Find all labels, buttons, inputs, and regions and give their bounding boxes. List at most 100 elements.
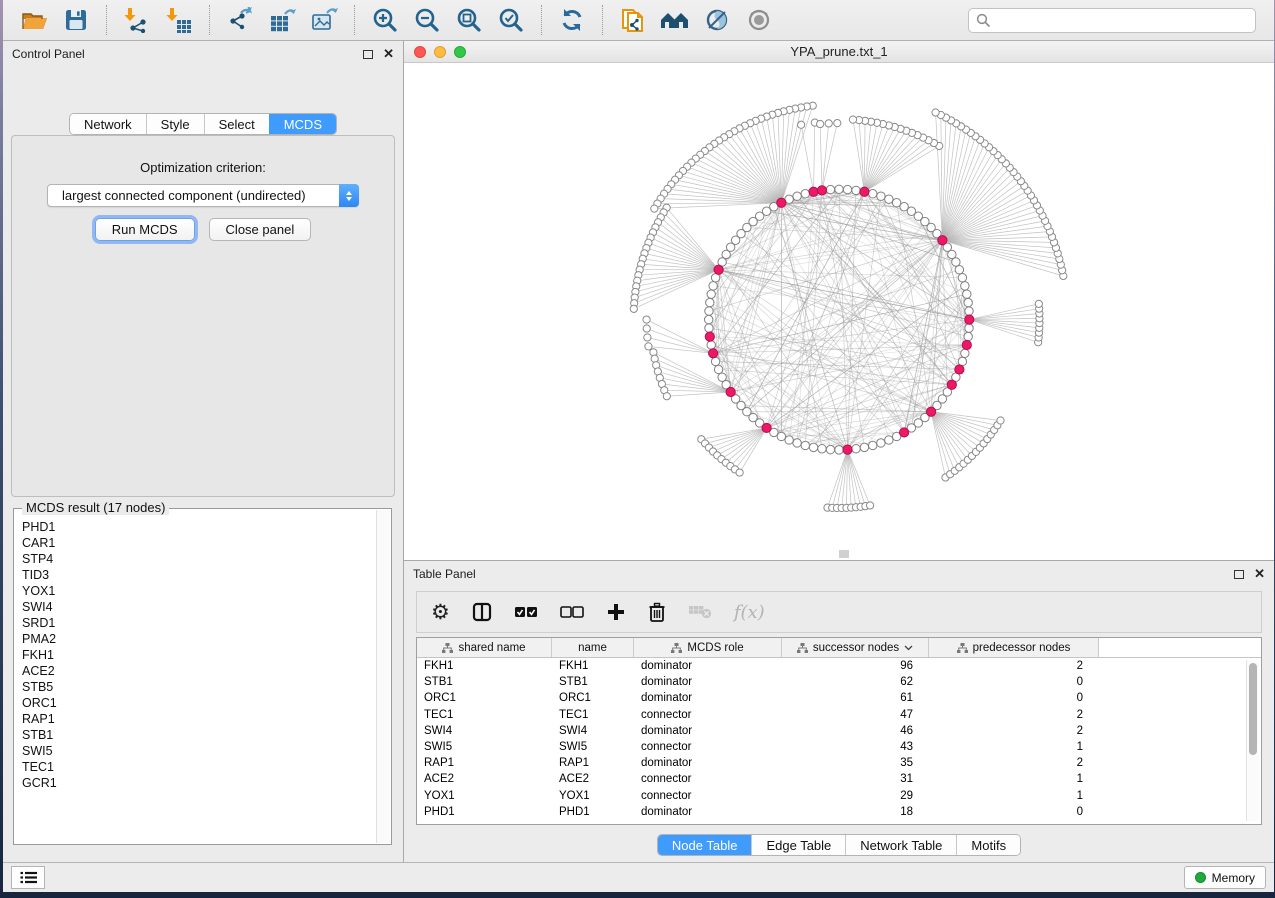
column-header-name[interactable]: name <box>552 638 634 657</box>
table-row[interactable]: PHD1PHD1dominator180 <box>417 804 1261 820</box>
search-input[interactable] <box>991 13 1248 27</box>
result-item[interactable]: SRD1 <box>22 615 375 631</box>
network-node[interactable] <box>892 199 900 207</box>
table-scrollbar-thumb[interactable] <box>1249 663 1257 755</box>
network-node[interactable] <box>961 349 969 357</box>
network-node[interactable] <box>835 185 843 193</box>
import-network-icon[interactable] <box>121 4 153 36</box>
satellite-node[interactable] <box>932 109 939 116</box>
table-row[interactable]: TEC1TEC1connector472 <box>417 707 1261 723</box>
network-node[interactable] <box>869 441 877 449</box>
show-hide-icon[interactable] <box>743 4 775 36</box>
satellite-node[interactable] <box>849 116 856 123</box>
network-node[interactable] <box>704 315 712 323</box>
network-node[interactable] <box>877 439 885 447</box>
result-item[interactable]: STB5 <box>22 679 375 695</box>
mcds-hub-node[interactable] <box>927 407 936 416</box>
satellite-node[interactable] <box>817 120 824 127</box>
result-item[interactable]: CAR1 <box>22 535 375 551</box>
export-image-icon[interactable] <box>308 4 340 36</box>
satellite-node[interactable] <box>644 334 651 341</box>
mcds-hub-node[interactable] <box>726 387 735 396</box>
network-node[interactable] <box>843 185 851 193</box>
network-node[interactable] <box>964 298 972 306</box>
network-node[interactable] <box>860 443 868 451</box>
table-row[interactable]: FKH1FKH1dominator962 <box>417 658 1261 674</box>
network-node[interactable] <box>885 195 893 203</box>
optimization-criterion-select[interactable]: largest connected component (undirected) <box>47 184 359 207</box>
result-item[interactable]: TEC1 <box>22 759 375 775</box>
mcds-hub-node[interactable] <box>705 332 714 341</box>
search-box[interactable] <box>968 8 1256 33</box>
result-item[interactable]: PHD1 <box>22 519 375 535</box>
close-panel-icon[interactable]: ✕ <box>1254 569 1265 579</box>
refresh-layout-icon[interactable] <box>556 4 588 36</box>
network-canvas[interactable] <box>404 63 1274 560</box>
run-mcds-button[interactable]: Run MCDS <box>95 218 195 241</box>
table-row[interactable]: STB1STB1dominator620 <box>417 674 1261 690</box>
mcds-hub-node[interactable] <box>860 187 869 196</box>
clone-network-icon[interactable] <box>617 4 649 36</box>
tab-select[interactable]: Select <box>204 114 269 134</box>
network-node[interactable] <box>826 445 834 453</box>
table-row[interactable]: SWI4SWI4dominator462 <box>417 723 1261 739</box>
network-node[interactable] <box>801 441 809 449</box>
network-node[interactable] <box>835 446 843 454</box>
result-item[interactable]: ORC1 <box>22 695 375 711</box>
mcds-hub-node[interactable] <box>709 349 718 358</box>
delete-columns-icon[interactable] <box>648 602 666 623</box>
mcds-hub-node[interactable] <box>962 340 971 349</box>
network-node[interactable] <box>869 190 877 198</box>
network-node[interactable] <box>852 445 860 453</box>
table-row[interactable]: ACE2ACE2connector311 <box>417 771 1261 787</box>
toggle-graphics-details-icon[interactable] <box>701 4 733 36</box>
network-node[interactable] <box>793 192 801 200</box>
satellite-node[interactable] <box>650 349 657 356</box>
clear-selection-icon[interactable] <box>560 605 584 619</box>
import-table-icon[interactable] <box>163 4 195 36</box>
network-node[interactable] <box>793 439 801 447</box>
first-neighbors-icon[interactable] <box>659 4 691 36</box>
mcds-hub-node[interactable] <box>777 198 786 207</box>
network-node[interactable] <box>818 445 826 453</box>
network-node[interactable] <box>965 324 973 332</box>
result-item[interactable]: SWI4 <box>22 599 375 615</box>
add-column-icon[interactable] <box>606 602 626 622</box>
table-row[interactable]: YOX1YOX1connector291 <box>417 788 1261 804</box>
tab-style[interactable]: Style <box>146 114 204 134</box>
save-session-icon[interactable] <box>60 4 92 36</box>
column-header-successor-nodes[interactable]: successor nodes <box>782 638 929 657</box>
satellite-node[interactable] <box>997 417 1004 424</box>
satellite-node[interactable] <box>825 120 832 127</box>
satellite-node[interactable] <box>736 469 743 476</box>
mcds-hub-node[interactable] <box>955 365 964 374</box>
network-window-titlebar[interactable]: YPA_prune.txt_1 <box>404 41 1274 63</box>
satellite-node[interactable] <box>643 325 650 332</box>
satellite-node[interactable] <box>651 205 658 212</box>
close-panel-icon[interactable]: ✕ <box>383 49 394 59</box>
mcds-hub-node[interactable] <box>714 265 723 274</box>
tab-network[interactable]: Network <box>70 114 146 134</box>
column-header-shared-name[interactable]: shared name <box>417 638 552 657</box>
mcds-hub-node[interactable] <box>817 186 826 195</box>
table-row[interactable]: SWI5SWI5connector431 <box>417 739 1261 755</box>
network-node[interactable] <box>705 307 713 315</box>
network-node[interactable] <box>885 436 893 444</box>
tab-network-table[interactable]: Network Table <box>845 835 956 855</box>
result-item[interactable]: TID3 <box>22 567 375 583</box>
task-history-button[interactable] <box>11 866 45 889</box>
satellite-node[interactable] <box>834 120 841 127</box>
zoom-out-icon[interactable] <box>411 4 443 36</box>
column-header-predecessor-nodes[interactable]: predecessor nodes <box>929 638 1099 657</box>
column-header-MCDS-role[interactable]: MCDS role <box>634 638 782 657</box>
satellite-node[interactable] <box>630 305 637 312</box>
mcds-hub-node[interactable] <box>938 236 947 245</box>
float-window-icon[interactable] <box>363 50 373 59</box>
tab-mcds[interactable]: MCDS <box>269 114 336 134</box>
mcds-hub-node[interactable] <box>809 187 818 196</box>
tab-node-table[interactable]: Node Table <box>658 835 752 855</box>
table-options-icon[interactable]: ⚙ <box>431 602 450 622</box>
network-node[interactable] <box>785 436 793 444</box>
zoom-selected-icon[interactable] <box>495 4 527 36</box>
show-columns-icon[interactable] <box>472 602 492 622</box>
